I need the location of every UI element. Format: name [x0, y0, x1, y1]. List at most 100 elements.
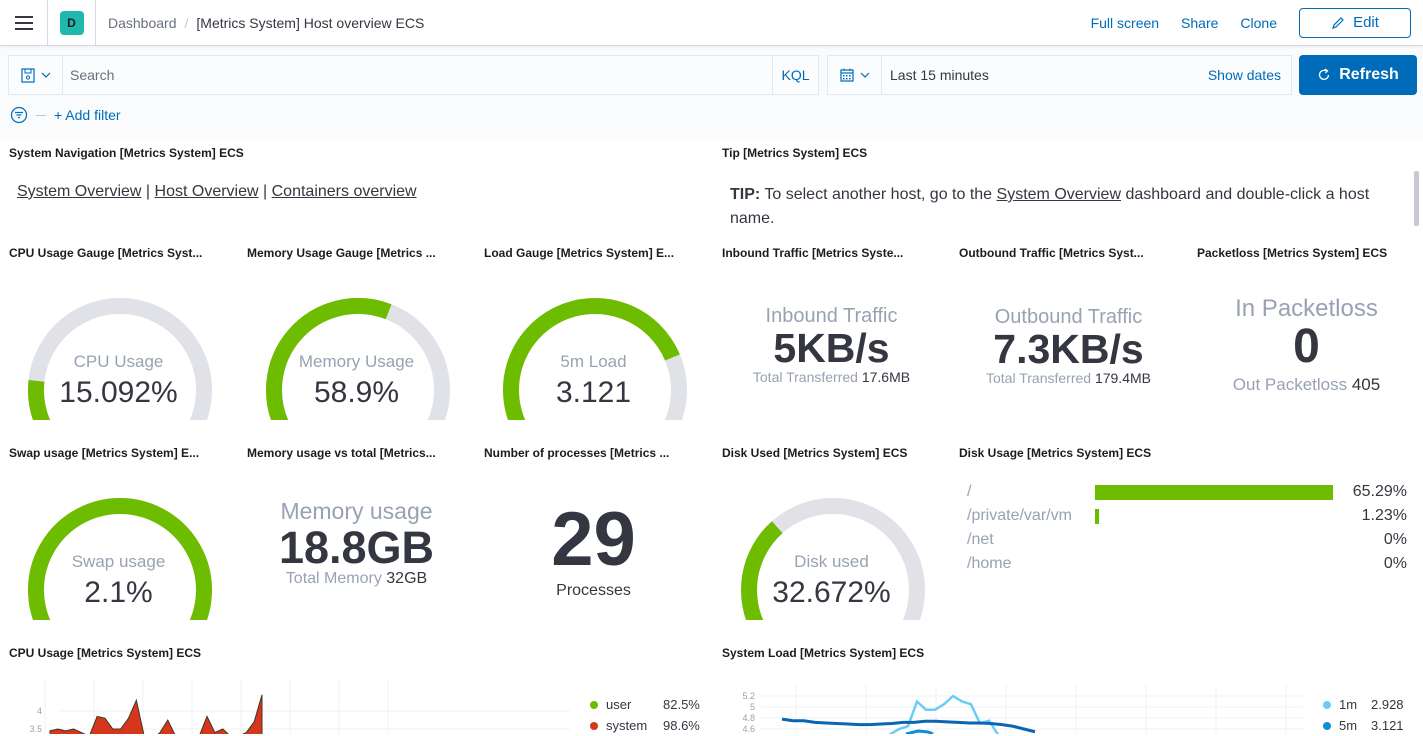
- gauge-label: Memory Usage: [298, 352, 415, 371]
- scrollbar[interactable]: [1414, 171, 1419, 226]
- tip-prefix: TIP:: [730, 186, 761, 203]
- metric-sub: Total Memory 32GB: [238, 570, 475, 588]
- kql-toggle[interactable]: KQL: [772, 56, 818, 94]
- legend-dot: [1323, 721, 1331, 730]
- cpu-chart-legend: user 82.5% system 98.6%: [590, 694, 700, 736]
- link-system-overview[interactable]: System Overview: [17, 183, 141, 200]
- y-tick-label: 4.6: [742, 724, 755, 734]
- disk-row: /net 0%: [967, 531, 1407, 555]
- legend-value: 98.6%: [663, 718, 700, 733]
- hamburger-icon: [14, 15, 33, 30]
- panel-title: Number of processes [Metrics ...: [484, 446, 670, 460]
- inbound-metric: Inbound Traffic 5KB/s Total Transferred …: [713, 305, 950, 385]
- gauge-value: 2.1%: [84, 576, 153, 609]
- legend-item-user[interactable]: user 82.5%: [590, 694, 700, 715]
- panel-disk-used: Disk Used [Metrics System] ECS Disk used…: [713, 440, 950, 640]
- disk-percent: 0%: [1383, 555, 1407, 572]
- link-host-overview[interactable]: Host Overview: [155, 183, 259, 200]
- legend-dot: [590, 700, 598, 709]
- panel-inbound-traffic: Inbound Traffic [Metrics Syste... Inboun…: [713, 240, 950, 440]
- panel-cpu-gauge: CPU Usage Gauge [Metrics Syst... CPU Usa…: [0, 240, 237, 440]
- saved-query-button[interactable]: [9, 56, 63, 94]
- search-bar: KQL: [8, 55, 819, 95]
- legend-name: system: [606, 718, 648, 733]
- legend-name: 5m: [1339, 718, 1358, 733]
- search-input[interactable]: [63, 56, 772, 94]
- breadcrumb-separator: /: [184, 14, 189, 31]
- filter-divider: [36, 114, 46, 116]
- legend-dot: [590, 721, 598, 730]
- link-separator: |: [263, 183, 268, 200]
- disk-row: / 65.29%: [967, 483, 1407, 507]
- panel-processes: Number of processes [Metrics ... 29 Proc…: [475, 440, 712, 640]
- share-button[interactable]: Share: [1181, 15, 1218, 31]
- query-bar: KQL Last 15 minutes Show dates Refresh +…: [0, 47, 1423, 139]
- y-tick-label: 5: [750, 702, 755, 712]
- disk-bar: [1095, 485, 1333, 500]
- panel-title: Memory usage vs total [Metrics...: [247, 446, 436, 460]
- legend-item-system[interactable]: system 98.6%: [590, 715, 700, 736]
- metric-value: 5KB/s: [773, 325, 890, 371]
- filter-options-icon[interactable]: [10, 106, 28, 124]
- sub-label: Total Transferred: [986, 370, 1092, 386]
- metric-label: Memory usage: [280, 498, 433, 524]
- legend-item-5m[interactable]: 5m 3.121: [1323, 715, 1404, 736]
- date-picker: Last 15 minutes Show dates: [827, 55, 1292, 95]
- panel-title: System Navigation [Metrics System] ECS: [9, 146, 244, 160]
- metric-sub: Total Transferred 17.6MB: [713, 369, 950, 385]
- show-dates-button[interactable]: Show dates: [1208, 67, 1291, 83]
- load-chart-legend: 1m 2.928 5m 3.121: [1323, 694, 1404, 736]
- metric-value: 7.3KB/s: [993, 326, 1144, 372]
- space-selector[interactable]: D: [48, 0, 96, 46]
- link-separator: |: [145, 183, 151, 200]
- disk-path: /: [967, 483, 972, 500]
- panel-outbound-traffic: Outbound Traffic [Metrics Syst... Outbou…: [950, 240, 1187, 440]
- calendar-icon: [839, 68, 854, 82]
- disk-path: /home: [967, 555, 1012, 572]
- series-system-area: [49, 694, 263, 734]
- outbound-metric: Outbound Traffic 7.3KB/s Total Transferr…: [950, 306, 1187, 386]
- disk-percent: 65.29%: [1352, 483, 1407, 500]
- panel-tip: Tip [Metrics System] ECS TIP: To select …: [713, 140, 1423, 240]
- navigation-links: System Overview | Host Overview | Contai…: [17, 183, 417, 201]
- clone-button[interactable]: Clone: [1240, 15, 1277, 31]
- gauge-label: CPU Usage: [73, 352, 164, 371]
- pencil-icon: [1332, 16, 1344, 29]
- sub-value: 179.4MB: [1094, 370, 1151, 386]
- panel-title: Load Gauge [Metrics System] E...: [484, 246, 675, 260]
- link-containers-overview[interactable]: Containers overview: [272, 183, 417, 200]
- disk-bar: [1095, 509, 1099, 524]
- quick-date-button[interactable]: [828, 56, 882, 94]
- metric-label: Processes: [556, 582, 631, 599]
- panel-title: Packetloss [Metrics System] ECS: [1197, 246, 1388, 260]
- full-screen-button[interactable]: Full screen: [1091, 15, 1159, 31]
- gauge-value: 32.672%: [772, 576, 891, 609]
- memory-total-metric: Memory usage 18.8GB Total Memory 32GB: [238, 498, 475, 588]
- metric-value: 18.8GB: [278, 522, 435, 573]
- gauge-value: 15.092%: [59, 376, 178, 409]
- y-tick-label: 4.8: [742, 713, 755, 723]
- menu-button[interactable]: [0, 0, 48, 46]
- edit-button[interactable]: Edit: [1299, 7, 1411, 38]
- space-avatar[interactable]: D: [59, 10, 84, 35]
- refresh-button[interactable]: Refresh: [1299, 55, 1417, 95]
- legend-item-1m[interactable]: 1m 2.928: [1323, 694, 1404, 715]
- panel-memory-gauge: Memory Usage Gauge [Metrics ... Memory U…: [238, 240, 475, 440]
- packetloss-metric: In Packetloss 0 Out Packetloss 405: [1188, 295, 1423, 395]
- disk-row: /private/var/vm 1.23%: [967, 507, 1407, 531]
- disk-path: /private/var/vm: [967, 507, 1072, 524]
- breadcrumb-dashboard[interactable]: Dashboard: [108, 15, 177, 31]
- panel-title: Disk Used [Metrics System] ECS: [722, 446, 908, 460]
- gauge-value: 58.9%: [313, 376, 400, 409]
- panel-title: CPU Usage [Metrics System] ECS: [9, 646, 202, 660]
- link-system-overview[interactable]: System Overview: [997, 186, 1121, 203]
- edit-label: Edit: [1353, 14, 1379, 31]
- gauge-label: Disk used: [794, 552, 869, 571]
- panel-title: Inbound Traffic [Metrics Syste...: [722, 246, 904, 260]
- panel-swap-gauge: Swap usage [Metrics System] E... Swap us…: [0, 440, 237, 640]
- time-range[interactable]: Last 15 minutes: [882, 67, 1208, 83]
- add-filter-button[interactable]: + Add filter: [54, 107, 121, 123]
- y-tick-label: 3.5: [29, 724, 42, 734]
- panel-title: CPU Usage Gauge [Metrics Syst...: [9, 246, 203, 260]
- disk-path: /net: [967, 531, 994, 548]
